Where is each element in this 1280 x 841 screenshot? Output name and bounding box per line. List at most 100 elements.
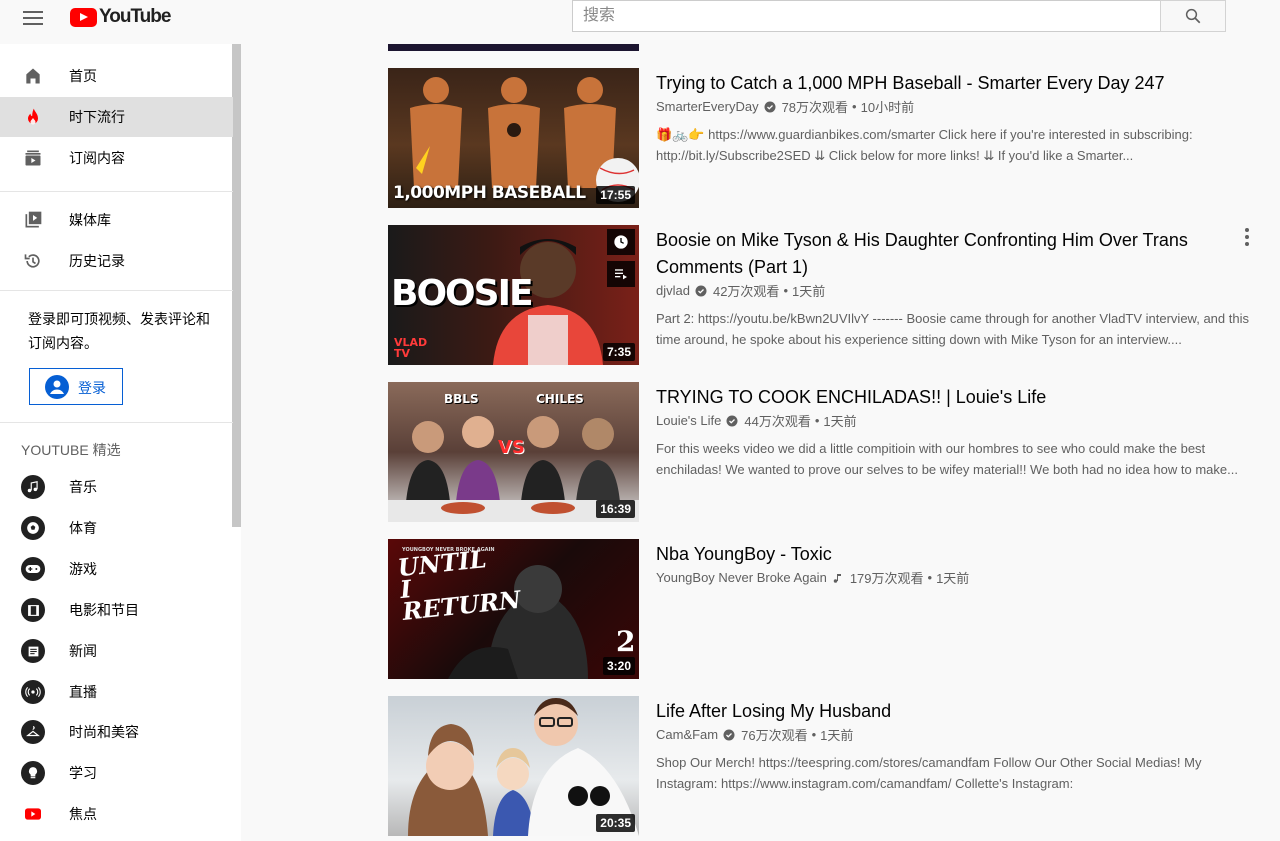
learning-icon xyxy=(21,761,45,785)
add-to-queue-button[interactable] xyxy=(607,261,635,287)
video-item[interactable]: BOOSIE VLAD TV 7:35 Boosie on Mike Tyson… xyxy=(388,225,1280,365)
video-title[interactable]: Nba YoungBoy - Toxic xyxy=(656,541,1216,568)
channel-name[interactable]: Cam&Fam xyxy=(656,727,718,742)
sidebar-item-label: 历史记录 xyxy=(69,253,125,269)
sidebar-item-movies[interactable]: 电影和节目 xyxy=(0,590,233,630)
video-thumbnail[interactable]: 20:35 xyxy=(388,696,639,836)
thumbnail-label-right: CHILES xyxy=(536,392,584,406)
watch-later-button[interactable] xyxy=(607,229,635,255)
upload-age: 1天前 xyxy=(936,571,970,586)
movies-icon xyxy=(21,598,45,622)
view-count: 76万次观看 xyxy=(741,728,808,743)
signin-button[interactable]: 登录 xyxy=(29,368,123,405)
upload-age: 1天前 xyxy=(823,414,857,429)
video-description: Shop Our Merch! https://teespring.com/st… xyxy=(656,755,1202,791)
sidebar-item-label: 电影和节目 xyxy=(69,602,139,618)
view-count: 44万次观看 xyxy=(744,414,811,429)
channel-name[interactable]: YoungBoy Never Broke Again xyxy=(656,570,827,585)
video-meta: YoungBoy Never Broke Again 179万次观看 • 1天前 xyxy=(656,568,969,587)
video-thumbnail[interactable]: BOOSIE VLAD TV 7:35 xyxy=(388,225,639,365)
sidebar-item-label: 体育 xyxy=(69,520,97,536)
video-duration: 20:35 xyxy=(596,814,635,832)
upload-age: 10小时前 xyxy=(860,100,915,115)
sidebar-item-gaming[interactable]: 游戏 xyxy=(0,549,233,589)
video-thumbnail[interactable]: YOUNGBOY NEVER BROKE AGAIN UNTIL I RETUR… xyxy=(388,539,639,679)
previous-video-thumbnail[interactable] xyxy=(388,44,639,51)
video-title[interactable]: Life After Losing My Husband xyxy=(656,698,1216,725)
video-item[interactable]: 1,000MPH BASEBALL 17:55 Trying to Catch … xyxy=(388,68,1280,208)
video-item[interactable]: YOUNGBOY NEVER BROKE AGAIN UNTIL I RETUR… xyxy=(388,539,1280,679)
sidebar-item-label: 音乐 xyxy=(69,479,97,495)
sidebar-item-news[interactable]: 新闻 xyxy=(0,631,233,671)
verified-icon xyxy=(726,415,738,426)
video-title[interactable]: Boosie on Mike Tyson & His Daughter Conf… xyxy=(656,227,1216,281)
video-item[interactable]: BBLS CHILES VS 16:39 TRYING TO COOK ENCH… xyxy=(388,382,1280,522)
channel-name[interactable]: djvlad xyxy=(656,283,690,298)
sidebar-item-home[interactable]: 首页 xyxy=(0,56,233,96)
video-thumbnail[interactable]: BBLS CHILES VS 16:39 xyxy=(388,382,639,522)
search-button[interactable] xyxy=(1160,0,1226,32)
meta-separator: • xyxy=(852,99,857,114)
video-duration: 16:39 xyxy=(596,500,635,518)
more-options-icon[interactable] xyxy=(1240,227,1254,247)
news-icon xyxy=(21,639,45,663)
signin-prompt: 登录即可顶视频、发表评论和订阅内容。 xyxy=(28,311,210,351)
verified-icon xyxy=(764,101,776,112)
video-thumbnail[interactable]: 1,000MPH BASEBALL 17:55 xyxy=(388,68,639,208)
search-input[interactable] xyxy=(572,0,1160,32)
sidebar-item-label: 游戏 xyxy=(69,561,97,577)
channel-name[interactable]: Louie's Life xyxy=(656,413,721,428)
meta-separator: • xyxy=(811,727,817,742)
spotlight-icon-wrap xyxy=(21,802,45,826)
video-meta: SmarterEveryDay 78万次观看 • 10小时前 xyxy=(656,97,914,116)
sidebar-item-label: 新闻 xyxy=(69,643,97,659)
thumbnail-caption: BOOSIE xyxy=(391,273,534,314)
video-title[interactable]: TRYING TO COOK ENCHILADAS!! | Louie's Li… xyxy=(656,384,1216,411)
sidebar-item-fashion[interactable]: 时尚和美容 xyxy=(0,712,233,752)
sidebar-scrollbar[interactable] xyxy=(232,44,241,527)
sidebar-item-live[interactable]: 直播 xyxy=(0,672,233,712)
video-item[interactable]: 20:35 Life After Losing My Husband Cam&F… xyxy=(388,696,1280,836)
upload-age: 1天前 xyxy=(820,728,854,743)
sports-icon xyxy=(21,516,45,540)
video-duration: 3:20 xyxy=(602,657,635,675)
thumbnail-caption: UNTIL I RETURN xyxy=(396,544,523,626)
sidebar-item-label: 时下流行 xyxy=(69,109,125,125)
library-icon xyxy=(21,208,45,232)
sidebar-item-spotlight[interactable]: 焦点 xyxy=(0,794,233,834)
channel-name[interactable]: SmarterEveryDay xyxy=(656,99,759,114)
youtube-logo[interactable]: YouTube xyxy=(70,6,171,28)
queue-icon xyxy=(615,269,627,280)
account-icon xyxy=(45,375,69,399)
news-icon-wrap xyxy=(21,639,45,663)
sidebar-item-library[interactable]: 媒体库 xyxy=(0,200,233,240)
sidebar-item-label: 学习 xyxy=(69,765,97,781)
fashion-icon-wrap xyxy=(21,720,45,744)
gaming-icon xyxy=(21,557,45,581)
sidebar-item-history[interactable]: 历史记录 xyxy=(0,241,233,281)
menu-icon[interactable] xyxy=(22,9,44,27)
upload-age: 1天前 xyxy=(792,284,826,299)
sidebar-divider xyxy=(0,290,233,291)
view-count: 42万次观看 xyxy=(712,284,780,299)
meta-separator: • xyxy=(814,413,820,428)
sidebar-item-trending[interactable]: 时下流行 xyxy=(0,97,233,137)
history-icon xyxy=(21,249,45,273)
sidebar-item-sports[interactable]: 体育 xyxy=(0,508,233,548)
sidebar-item-music[interactable]: 音乐 xyxy=(0,467,233,507)
sidebar-item-learning[interactable]: 学习 xyxy=(0,753,233,793)
video-meta: Louie's Life 44万次观看 • 1天前 xyxy=(656,411,857,430)
video-title[interactable]: Trying to Catch a 1,000 MPH Baseball - S… xyxy=(656,70,1216,97)
video-description: 🎁🚲👉 https://www.guardianbikes.com/smarte… xyxy=(656,127,1193,163)
thumbnail-label-left: BBLS xyxy=(444,392,479,406)
thumbnail-caption: 1,000MPH BASEBALL xyxy=(393,183,586,203)
clock-icon xyxy=(614,235,628,249)
sidebar-item-label: 媒体库 xyxy=(69,212,111,228)
trending-icon xyxy=(21,105,45,129)
search-bar xyxy=(572,0,1226,32)
thumbnail-vs: VS xyxy=(498,437,525,458)
home-icon xyxy=(21,64,45,88)
sidebar-item-subscriptions[interactable]: 订阅内容 xyxy=(0,138,233,178)
channel-watermark: VLAD TV xyxy=(394,336,428,360)
gaming-icon-wrap xyxy=(21,557,45,581)
